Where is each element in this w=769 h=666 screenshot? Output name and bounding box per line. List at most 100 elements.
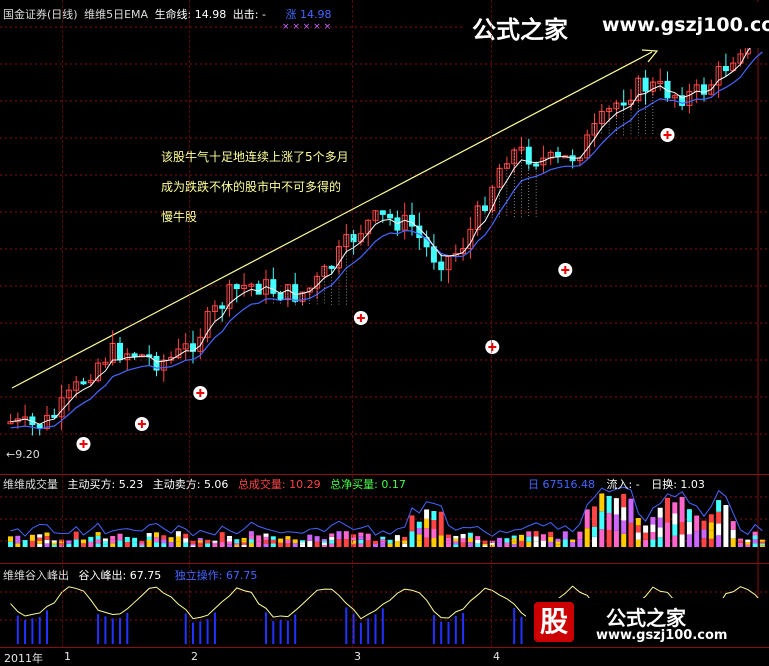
volume-bar: [66, 543, 72, 547]
volume-bar: [613, 498, 619, 515]
volume-bar: [263, 536, 269, 541]
volume-bar: [241, 544, 247, 547]
volume-bar: [139, 545, 145, 547]
volume-bar: [759, 543, 765, 546]
volume-bar: [234, 541, 240, 544]
volume-bar: [475, 539, 481, 544]
volume-bar: [635, 532, 641, 540]
volume-bar: [453, 535, 459, 539]
volume-bar: [117, 533, 123, 541]
volume-bar: [745, 542, 751, 545]
volume-bar: [424, 528, 430, 538]
volume-bar: [686, 509, 692, 522]
volume-bar: [467, 542, 473, 547]
peak-name: 维维谷入峰出: [3, 569, 69, 582]
candlestick-chart[interactable]: [0, 0, 769, 474]
volume-bar: [205, 543, 211, 547]
volume-bar: [15, 539, 21, 544]
volume-bar: [358, 543, 364, 547]
volume-bar: [73, 539, 79, 547]
volume-bar: [139, 543, 145, 546]
volume-bar: [643, 532, 649, 540]
volume-bar: [161, 543, 167, 547]
buy-value: 14.98: [299, 8, 332, 21]
watermark-brand: 公式之家: [472, 16, 568, 44]
volume-bar: [197, 538, 203, 541]
volume-bar: [467, 537, 473, 543]
volume-bar: [628, 498, 634, 523]
marker-row: × × × × ×: [282, 22, 332, 32]
volume-bar: [154, 542, 159, 547]
volume-bar: [592, 516, 597, 527]
volume-bar: [606, 495, 612, 513]
volume-bar: [234, 543, 240, 546]
active-buy-value: 5.23: [118, 478, 144, 491]
ema-line: [10, 51, 763, 430]
volume-bar: [81, 539, 86, 544]
volume-bar: [321, 543, 327, 546]
volume-bar: [584, 528, 590, 547]
volume-bar: [8, 536, 13, 542]
volume-bar: [657, 537, 663, 547]
volume-bar: [197, 544, 203, 547]
candle-body: [387, 213, 394, 219]
annotation-line-2: 成为跌跌不休的股市中不可多得的: [161, 180, 342, 194]
bottom-logo: 股 公式之家 www.gszj100.com: [526, 598, 769, 648]
volume-bar: [592, 536, 597, 547]
volume-bar: [183, 538, 189, 543]
volume-bar: [22, 540, 28, 544]
day-value: 67516.48: [542, 478, 596, 491]
candle-body: [117, 342, 123, 361]
volume-bar: [431, 520, 437, 530]
volume-bar: [453, 544, 459, 547]
volume-bar: [438, 511, 444, 524]
volume-bar: [95, 532, 101, 536]
volume-bar: [387, 543, 393, 547]
active-sell-label: 主动卖方:: [152, 478, 201, 491]
logo-brand: 公式之家: [606, 606, 686, 630]
volume-bar: [504, 538, 510, 543]
volume-bar: [336, 531, 342, 540]
stock-name: 国金证券(日线): [3, 8, 78, 21]
volume-bar: [256, 541, 262, 547]
peak-panel[interactable]: 维维谷入峰出 谷入峰出: 67.75 独立操作: 67.75 股 公式之家 ww…: [0, 564, 769, 648]
volume-bar: [380, 536, 386, 540]
volume-bar: [548, 531, 554, 537]
volume-bar: [577, 531, 583, 540]
volume-bar: [628, 522, 634, 547]
volume-bar: [467, 532, 473, 538]
volume-bar: [613, 530, 619, 547]
volume-bar: [752, 531, 758, 536]
volume-bar: [139, 540, 145, 543]
volume-bar: [314, 536, 320, 542]
volume-bar: [708, 538, 714, 547]
volume-bar: [606, 529, 612, 547]
volume-bar: [438, 535, 444, 547]
volume-bar: [460, 533, 466, 539]
price-panel[interactable]: 国金证券(日线) 维维5日EMA 生命线: 14.98 出击: - 涨 14.9…: [0, 0, 769, 474]
volume-bar: [716, 535, 722, 547]
volume-bar: [241, 542, 247, 545]
volume-bar: [146, 533, 152, 537]
volume-bar: [475, 536, 481, 540]
volume-bar: [592, 506, 597, 517]
volume-bar: [519, 540, 524, 547]
volume-bar: [227, 544, 232, 547]
volume-bar: [738, 544, 743, 547]
turnover-value: 1.03: [680, 478, 705, 491]
volume-bar: [154, 537, 159, 543]
volume-bar: [599, 529, 605, 547]
volume-panel[interactable]: 维维成交量 主动买方: 5.23 主动卖方: 5.06 总成交量: 10.29 …: [0, 475, 769, 563]
volume-bar: [190, 540, 196, 543]
trend-line: [11, 51, 653, 389]
watermark-top: 公式之家 www.gszj100.com: [462, 2, 769, 48]
indicator-name: 维维5日EMA: [84, 8, 149, 21]
volume-bar: [387, 539, 393, 544]
volume-bar: [329, 533, 335, 537]
volume-bar: [139, 542, 145, 544]
candle-body: [36, 424, 43, 429]
volume-bar: [460, 542, 466, 547]
volume-bar: [540, 534, 546, 541]
volume-name: 维维成交量: [3, 478, 58, 491]
low-price-label: ←9.20: [6, 448, 40, 461]
